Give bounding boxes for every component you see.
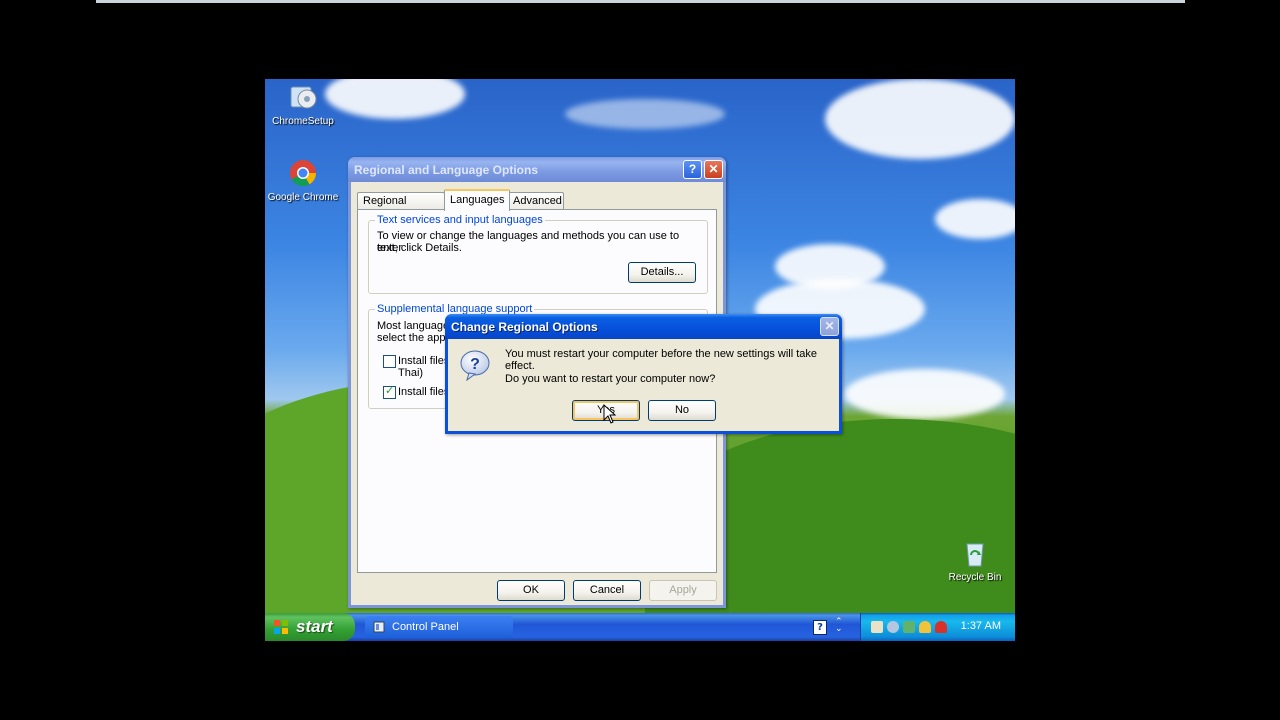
network-tray-icon[interactable] [871,621,883,633]
desktop-icon-recycle-bin[interactable]: Recycle Bin [937,537,1013,583]
window-title: Regional and Language Options [354,163,539,177]
wallpaper-cloud [565,99,725,129]
cancel-button[interactable]: Cancel [573,580,641,601]
mouse-cursor-icon [603,403,617,424]
close-button[interactable]: ✕ [704,160,723,179]
recycle-bin-icon [959,537,991,569]
dialog-title: Change Regional Options [451,320,598,334]
text-services-legend: Text services and input languages [375,214,545,226]
security-alert-icon[interactable] [935,621,947,633]
taskbar-button-control-panel[interactable]: Control Panel [365,616,513,638]
supplemental-description-line2: select the appro [377,332,456,344]
desktop-icon-label: ChromeSetup [272,116,334,127]
complex-script-label-line2: Thai) [398,367,424,379]
desktop-icon-chromesetup[interactable]: ChromeSetup [265,81,341,127]
details-button[interactable]: Details... [628,262,696,283]
system-tray: 1:37 AM [860,613,1015,641]
east-asian-checkbox[interactable] [383,384,396,399]
wallpaper-cloud [825,79,1015,159]
text-services-group: Text services and input languages To vie… [368,214,708,294]
ok-button[interactable]: OK [497,580,565,601]
dialog-close-button[interactable]: ✕ [820,317,839,336]
desktop-icon-google-chrome[interactable]: Google Chrome [265,157,341,203]
chevron-icon[interactable]: ⌃ ⌄ [835,618,843,634]
supplemental-description-line1: Most languages [377,320,455,332]
dialog-message-line2: Do you want to restart your computer now… [505,373,716,385]
svg-text:?: ? [470,356,480,373]
taskbar: start Control Panel ? ⌃ ⌄ 1:37 AM [265,613,1015,641]
start-label: start [296,617,333,636]
clock[interactable]: 1:37 AM [961,620,1001,632]
text-services-description-line2: text, click Details. [377,242,462,254]
security-shield-icon[interactable] [919,621,931,633]
regional-options-titlebar[interactable]: Regional and Language Options ? ✕ [348,157,726,182]
complex-script-checkbox[interactable] [383,355,396,368]
volume-tray-icon[interactable] [887,621,899,633]
complex-script-label: Install files [398,355,450,367]
control-panel-icon [373,621,385,633]
google-chrome-icon [287,157,319,189]
tab-languages[interactable]: Languages [444,189,510,211]
desktop-icon-label: Recycle Bin [948,572,1002,583]
help-button[interactable]: ? [683,160,702,179]
update-tray-icon[interactable] [903,621,915,633]
wallpaper-cloud [845,369,1005,419]
tab-regional-options[interactable]: Regional Options [357,192,445,223]
wallpaper-cloud [325,79,465,119]
windows-logo-icon [273,619,289,635]
wallpaper-cloud [935,199,1015,239]
taskbar-button-label: Control Panel [392,621,459,633]
tab-advanced[interactable]: Advanced [507,192,564,209]
question-icon: ? [459,349,491,382]
east-asian-label: Install files [398,386,450,398]
no-button[interactable]: No [648,400,716,421]
dialog-titlebar[interactable]: Change Regional Options ✕ [445,314,842,339]
start-button[interactable]: start [265,613,355,641]
screen-top-bar [96,0,1185,3]
desktop[interactable]: ChromeSetup Google Chrome Recycle Bin Re… [265,79,1015,641]
change-regional-options-dialog: Change Regional Options ✕ ? You must res… [445,314,842,434]
dialog-message-line1: You must restart your computer before th… [505,348,818,372]
chrome-setup-icon [287,81,319,113]
apply-button[interactable]: Apply [649,580,717,601]
desktop-icon-label: Google Chrome [267,192,339,203]
help-tray-icon[interactable]: ? [813,620,827,635]
